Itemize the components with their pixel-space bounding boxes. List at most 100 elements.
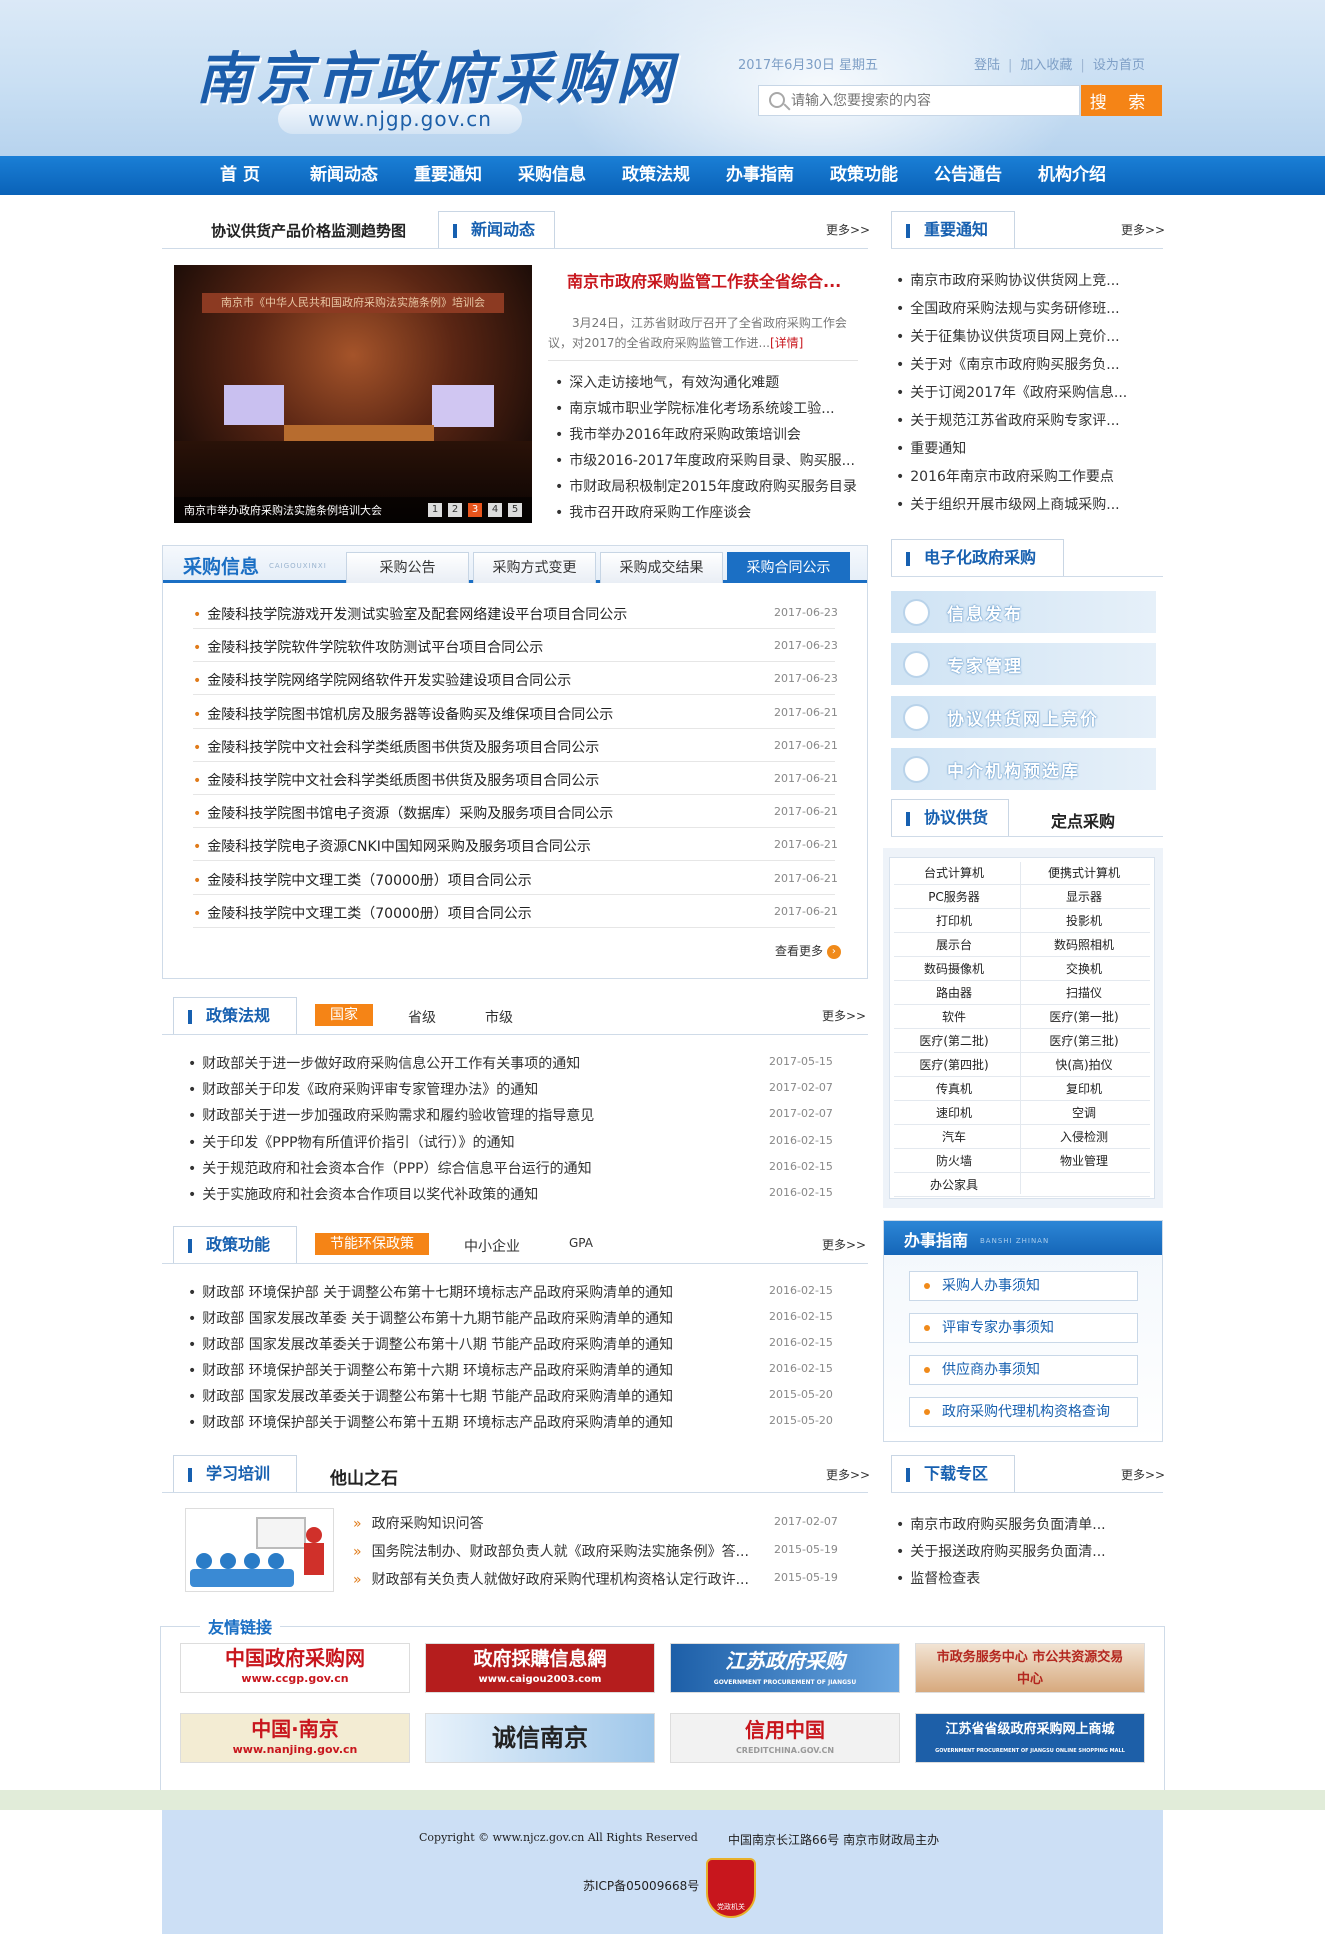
table-row[interactable]: • 金陵科技学院中文理工类（70000册）项目合同公示 xyxy=(193,903,532,923)
supply-item[interactable]: 数码摄像机 xyxy=(890,960,1018,977)
supply-item[interactable]: 复印机 xyxy=(1020,1080,1148,1097)
supply-item[interactable]: 防火墙 xyxy=(890,1152,1018,1169)
list-item[interactable]: • 财政部 环境保护部关于调整公布第十五期 环境标志产品政府采购清单的通知 xyxy=(188,1412,673,1432)
tab-training[interactable]: 学习培训 xyxy=(173,1455,297,1493)
notice-item[interactable]: • 2016年南京市政府采购工作要点 xyxy=(896,466,1114,486)
supply-item[interactable]: 入侵检测 xyxy=(1020,1128,1148,1145)
table-row[interactable]: • 金陵科技学院软件学院软件攻防测试平台项目合同公示 xyxy=(193,637,543,657)
news-detail-link[interactable]: [详情] xyxy=(770,336,803,350)
supply-item[interactable]: 汽车 xyxy=(890,1128,1018,1145)
table-row[interactable]: • 金陵科技学院游戏开发测试实验室及配套网络建设平台项目合同公示 xyxy=(193,604,627,624)
list-item[interactable]: • 财政部 环境保护部 关于调整公布第十七期环境标志产品政府采购清单的通知 xyxy=(188,1282,673,1302)
download-item[interactable]: • 关于报送政府购买服务负面清... xyxy=(896,1541,1106,1561)
supply-item[interactable]: 传真机 xyxy=(890,1080,1018,1097)
download-item[interactable]: • 监督检查表 xyxy=(896,1568,980,1588)
procurement-more-link[interactable]: 查看更多 › xyxy=(775,942,841,959)
supply-item[interactable]: 速印机 xyxy=(890,1104,1018,1121)
tab-method-change[interactable]: 采购方式变更 xyxy=(473,552,596,583)
news-item[interactable]: • 市财政局积极制定2015年度政府购买服务目录 xyxy=(555,476,857,496)
nav-home[interactable]: 首 页 xyxy=(195,156,285,195)
notice-item[interactable]: • 全国政府采购法规与实务研修班... xyxy=(896,298,1120,318)
site-logo-title[interactable]: 南京市政府采购网 xyxy=(196,34,676,115)
notice-item[interactable]: • 重要通知 xyxy=(896,438,966,458)
photo-page-2[interactable]: 2 xyxy=(448,503,462,517)
link-caigou2003[interactable]: 政府採購信息網 www.caigou2003.com xyxy=(425,1643,655,1693)
tab-news[interactable]: 新闻动态 xyxy=(438,211,555,249)
list-item[interactable]: » 国务院法制办、财政部负责人就《政府采购法实施条例》答... xyxy=(353,1541,749,1561)
nav-policy[interactable]: 政策法规 xyxy=(611,156,701,195)
supply-item[interactable]: 便携式计算机 xyxy=(1020,864,1148,881)
table-row[interactable]: • 金陵科技学院图书馆机房及服务器等设备购买及维保项目合同公示 xyxy=(193,704,613,724)
list-item[interactable]: • 关于实施政府和社会资本合作项目以奖代补政策的通知 xyxy=(188,1184,538,1204)
news-headline[interactable]: 南京市政府采购监管工作获全省综合... xyxy=(567,268,841,292)
photo-page-5[interactable]: 5 xyxy=(508,503,522,517)
policy-subtab-province[interactable]: 省级 xyxy=(408,1007,436,1027)
supply-item[interactable]: 展示台 xyxy=(890,936,1018,953)
supply-item[interactable]: 数码照相机 xyxy=(1020,936,1148,953)
list-item[interactable]: • 财政部 国家发展改革委关于调整公布第十八期 节能产品政府采购清单的通知 xyxy=(188,1334,673,1354)
table-row[interactable]: • 金陵科技学院网络学院网络软件开发实验建设项目合同公示 xyxy=(193,670,571,690)
supply-item[interactable]: 医疗(第一批) xyxy=(1020,1008,1148,1025)
list-item[interactable]: • 关于印发《PPP物有所值评价指引（试行）》的通知 xyxy=(188,1132,515,1152)
news-item[interactable]: • 南京城市职业学院标准化考场系统竣工验... xyxy=(555,398,835,418)
tab-function[interactable]: 政策功能 xyxy=(173,1226,297,1264)
supply-item[interactable]: 软件 xyxy=(890,1008,1018,1025)
link-credit-china[interactable]: 信用中国 CREDITCHINA.GOV.CN xyxy=(670,1713,900,1763)
function-subtab-energy[interactable]: 节能环保政策 xyxy=(315,1233,429,1255)
guide-expert-button[interactable]: 评审专家办事须知 xyxy=(909,1313,1138,1343)
notice-item[interactable]: • 关于规范江苏省政府采购专家评... xyxy=(896,410,1120,430)
notice-item[interactable]: • 关于订阅2017年《政府采购信息... xyxy=(896,382,1127,402)
guide-purchaser-button[interactable]: 采购人办事须知 xyxy=(909,1271,1138,1301)
list-item[interactable]: • 财政部关于进一步加强政府采购需求和履约验收管理的指导意见 xyxy=(188,1105,594,1125)
nav-function[interactable]: 政策功能 xyxy=(819,156,909,195)
supply-item[interactable]: 办公家具 xyxy=(890,1176,1018,1193)
footer-icp[interactable]: 苏ICP备05009668号 xyxy=(583,1877,699,1894)
tab-download[interactable]: 下载专区 xyxy=(891,1455,1015,1493)
e-agency-library-button[interactable]: 中介机构预选库 xyxy=(891,748,1156,790)
tab-other-stones[interactable]: 他山之石 xyxy=(330,1464,398,1489)
supply-item[interactable]: 空调 xyxy=(1020,1104,1148,1121)
list-item[interactable]: • 财政部 国家发展改革委关于调整公布第十七期 节能产品政府采购清单的通知 xyxy=(188,1386,673,1406)
supply-item[interactable]: PC服务器 xyxy=(890,888,1018,905)
e-online-bidding-button[interactable]: 协议供货网上竞价 xyxy=(891,696,1156,738)
table-row[interactable]: • 金陵科技学院电子资源CNKI中国知网采购及服务项目合同公示 xyxy=(193,836,591,856)
news-item[interactable]: • 我市召开政府采购工作座谈会 xyxy=(555,502,751,522)
supply-item[interactable]: 医疗(第二批) xyxy=(890,1032,1018,1049)
tab-policy[interactable]: 政策法规 xyxy=(173,997,297,1035)
list-item[interactable]: » 政府采购知识问答 xyxy=(353,1513,484,1533)
supply-item[interactable]: 物业管理 xyxy=(1020,1152,1148,1169)
function-subtab-gpa[interactable]: GPA xyxy=(569,1236,593,1250)
guide-supplier-button[interactable]: 供应商办事须知 xyxy=(909,1355,1138,1385)
tab-contract-publicity[interactable]: 采购合同公示 xyxy=(727,552,850,583)
notice-item[interactable]: • 关于对《南京市政府购买服务负... xyxy=(896,354,1120,374)
tab-price-trend[interactable]: 协议供货产品价格监测趋势图 xyxy=(211,220,406,241)
link-ccgp[interactable]: 中国政府采购网 www.ccgp.gov.cn xyxy=(180,1643,410,1693)
supply-item[interactable]: 台式计算机 xyxy=(890,864,1018,881)
tab-transaction-result[interactable]: 采购成交结果 xyxy=(600,552,723,583)
supply-item[interactable]: 打印机 xyxy=(890,912,1018,929)
tab-agreement-supply[interactable]: 协议供货 xyxy=(891,799,1009,837)
search-button[interactable]: 搜 索 xyxy=(1081,85,1162,116)
supply-item[interactable]: 扫描仪 xyxy=(1020,984,1148,1001)
news-more-link[interactable]: 更多>> xyxy=(826,221,870,238)
guide-agency-query-button[interactable]: 政府采购代理机构资格查询 xyxy=(909,1397,1138,1427)
news-item[interactable]: • 深入走访接地气，有效沟通化难题 xyxy=(555,372,779,392)
supply-item[interactable]: 交换机 xyxy=(1020,960,1148,977)
policy-subtab-national[interactable]: 国家 xyxy=(315,1004,373,1026)
search-input[interactable] xyxy=(791,86,1077,115)
supply-item[interactable]: 医疗(第三批) xyxy=(1020,1032,1148,1049)
table-row[interactable]: • 金陵科技学院中文社会科学类纸质图书供货及服务项目合同公示 xyxy=(193,737,599,757)
tab-e-procurement[interactable]: 电子化政府采购 xyxy=(891,539,1064,577)
set-homepage-link[interactable]: 设为首页 xyxy=(1093,58,1145,73)
supply-item[interactable]: 路由器 xyxy=(890,984,1018,1001)
photo-page-4[interactable]: 4 xyxy=(488,503,502,517)
policy-more-link[interactable]: 更多>> xyxy=(822,1007,866,1024)
gov-badge[interactable]: 党政机关 xyxy=(706,1858,756,1918)
table-row[interactable]: • 金陵科技学院中文社会科学类纸质图书供货及服务项目合同公示 xyxy=(193,770,599,790)
list-item[interactable]: • 财政部关于进一步做好政府采购信息公开工作有关事项的通知 xyxy=(188,1053,580,1073)
notice-item[interactable]: • 关于征集协议供货项目网上竞价... xyxy=(896,326,1120,346)
nav-news[interactable]: 新闻动态 xyxy=(299,156,389,195)
policy-subtab-city[interactable]: 市级 xyxy=(485,1007,513,1027)
link-credit-nanjing[interactable]: 诚信南京 xyxy=(425,1713,655,1763)
e-expert-manage-button[interactable]: 专家管理 xyxy=(891,643,1156,685)
